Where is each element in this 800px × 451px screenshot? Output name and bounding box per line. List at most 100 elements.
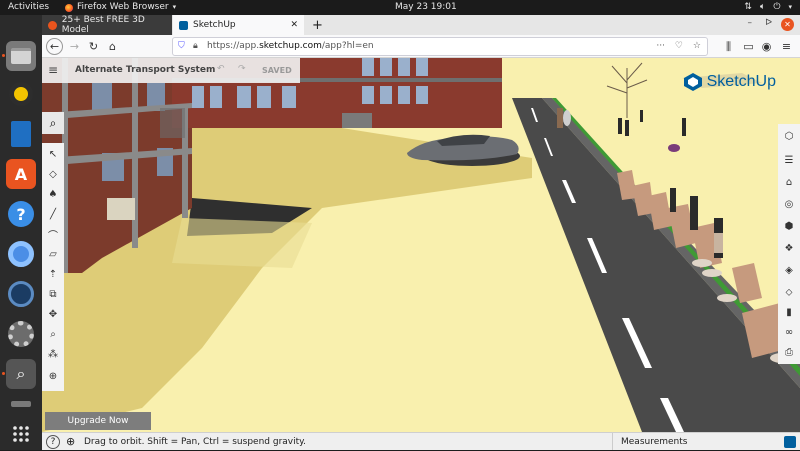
sidebar-icon[interactable]: ▭	[740, 38, 757, 55]
window-close-icon[interactable]: ✕	[781, 18, 794, 31]
url-domain: sketchup.com	[259, 41, 322, 51]
push-pull-tool-icon[interactable]: ⇡	[44, 265, 62, 283]
settings-icon[interactable]	[6, 319, 36, 349]
left-toolbar: ↖ ◇ ♠ ╱ ⌒ ▱ ⇡ ⧉ ✥ ⌕ ⁂ ⊕	[42, 143, 64, 391]
upgrade-button[interactable]: Upgrade Now	[45, 412, 151, 430]
url-text: https://app.sketchup.com/app?hl=en	[207, 38, 374, 55]
close-tab-icon[interactable]: ✕	[290, 20, 298, 30]
dock: A ? ⌕	[0, 15, 42, 450]
layers-icon[interactable]: ❖	[781, 240, 797, 256]
3d-viewport[interactable]: SketchUp	[42, 58, 800, 432]
network-icon: ⇅	[744, 2, 752, 12]
sketchup-logo-icon	[683, 73, 702, 91]
page-actions-icon[interactable]: ···	[656, 38, 665, 55]
entity-info-icon[interactable]: ⬡	[781, 128, 797, 144]
globe-icon[interactable]: ⊕	[66, 433, 75, 451]
power-icon: ⏻	[773, 2, 781, 12]
search-icon: ⌕	[49, 115, 57, 130]
scenes-icon[interactable]: ⬦	[781, 284, 797, 300]
walk-tool-icon[interactable]: ⁂	[44, 345, 62, 363]
sketchup-corner-icon	[784, 436, 796, 448]
volume-icon: 🔈︎	[759, 2, 766, 12]
clock[interactable]: May 23 19:01	[395, 0, 457, 15]
view-glasses-icon[interactable]: ∞	[781, 324, 797, 340]
library-icon[interactable]: ⫼	[720, 38, 737, 55]
trash-icon[interactable]	[6, 399, 36, 409]
search-tool-button[interactable]: ⌕	[42, 112, 64, 134]
save-status: SAVED	[262, 66, 292, 75]
app-menu[interactable]: Firefox Web Browser ▾	[65, 0, 176, 15]
app-center-icon[interactable]: A	[6, 159, 36, 189]
tab-favicon-icon	[48, 20, 57, 30]
reload-icon[interactable]: ↻	[85, 38, 102, 55]
steam-icon[interactable]	[6, 279, 36, 309]
chevron-down-icon: ▾	[788, 3, 792, 11]
back-arrow-icon[interactable]: ←	[46, 38, 63, 55]
account-icon[interactable]: ◉	[758, 38, 775, 55]
browser-navbar: ← → ↻ ⌂ ⛉ 🔒︎ https://app.sketchup.com/ap…	[42, 35, 800, 58]
tab-title: SketchUp	[193, 20, 236, 30]
status-bar: ? ⊕ Drag to orbit. Shift = Pan, Ctrl = s…	[42, 432, 800, 450]
activities-button[interactable]: Activities	[8, 0, 49, 15]
bookmark-star-icon[interactable]: ☆	[693, 38, 701, 55]
right-panel-toolbar-lower: ▮ ∞ ⎙	[778, 302, 800, 364]
help-icon[interactable]: ?	[46, 435, 60, 449]
firefox-icon	[65, 3, 73, 12]
export-icon[interactable]: ⎙	[781, 344, 797, 360]
status-hint: Drag to orbit. Shift = Pan, Ctrl = suspe…	[84, 437, 307, 447]
tab-3d-models[interactable]: 25+ Best FREE 3D Model	[42, 15, 172, 35]
arc-tool-icon[interactable]: ⌒	[44, 225, 62, 243]
sketchup-header: ≡ Alternate Transport System ↶ ↷ SAVED	[42, 58, 300, 83]
hamburger-menu-icon[interactable]: ≡	[778, 38, 795, 55]
panel-toggle-icon[interactable]: ▮	[781, 304, 797, 320]
shield-icon: ⛉	[178, 41, 185, 51]
home-icon[interactable]: ⌂	[104, 38, 121, 55]
materials-icon[interactable]: ◎	[781, 196, 797, 212]
eraser-tool-icon[interactable]: ◇	[44, 165, 62, 183]
show-apps-icon[interactable]	[6, 419, 36, 449]
orbit-tool-icon[interactable]: ⊕	[44, 367, 62, 385]
running-indicator	[2, 54, 5, 57]
forward-arrow-icon[interactable]: →	[66, 38, 83, 55]
outliner-icon[interactable]: ◈	[781, 262, 797, 278]
measurements-label: Measurements	[621, 437, 688, 447]
help-icon[interactable]: ?	[6, 199, 36, 229]
search-tool-icon[interactable]: ⌕	[6, 359, 36, 389]
line-tool-icon[interactable]: ╱	[44, 205, 62, 223]
minimize-icon[interactable]: –	[748, 18, 753, 28]
redo-icon[interactable]: ↷	[238, 64, 246, 74]
app-menu-label: Firefox Web Browser	[77, 2, 169, 12]
url-suffix: /app?hl=en	[321, 41, 374, 51]
rectangle-tool-icon[interactable]: ▱	[44, 245, 62, 263]
undo-icon[interactable]: ↶	[217, 64, 225, 74]
rhythmbox-icon[interactable]	[6, 79, 36, 109]
tab-sketchup[interactable]: SketchUp ✕	[173, 15, 304, 35]
brand-name: SketchUp	[706, 73, 776, 90]
tab-favicon-icon	[179, 20, 188, 30]
offset-tool-icon[interactable]: ⧉	[44, 285, 62, 303]
chromium-icon[interactable]	[6, 239, 36, 269]
files-icon[interactable]	[6, 41, 36, 71]
lock-icon: 🔒︎	[193, 41, 198, 51]
chevron-down-icon: ▾	[172, 3, 177, 11]
tape-measure-tool-icon[interactable]: ⌕	[44, 325, 62, 343]
new-tab-button[interactable]: +	[306, 15, 326, 35]
pocket-icon[interactable]: ♡	[675, 38, 683, 55]
url-bar[interactable]: ⛉ 🔒︎ https://app.sketchup.com/app?hl=en …	[172, 37, 708, 56]
browser-tab-strip: 25+ Best FREE 3D Model SketchUp ✕ + – ᐅ …	[42, 15, 800, 35]
scene-drawing	[42, 58, 800, 432]
styles-icon[interactable]: ⬢	[781, 218, 797, 234]
move-tool-icon[interactable]: ✥	[44, 305, 62, 323]
restore-icon[interactable]: ᐅ	[765, 18, 772, 28]
measurements-box[interactable]: Measurements	[612, 433, 782, 450]
system-tray[interactable]: ⇅ 🔈︎ ⏻ ▾	[744, 0, 792, 15]
hamburger-menu-icon[interactable]: ≡	[48, 63, 58, 77]
sketchup-brand: SketchUp	[683, 72, 776, 92]
select-tool-icon[interactable]: ↖	[44, 145, 62, 163]
running-indicator	[2, 372, 5, 375]
paint-bucket-tool-icon[interactable]: ♠	[44, 185, 62, 203]
model-title[interactable]: Alternate Transport System	[75, 65, 215, 75]
instructor-icon[interactable]: ☰	[781, 152, 797, 168]
libreoffice-writer-icon[interactable]	[6, 119, 36, 149]
components-icon[interactable]: ⌂	[781, 174, 797, 190]
